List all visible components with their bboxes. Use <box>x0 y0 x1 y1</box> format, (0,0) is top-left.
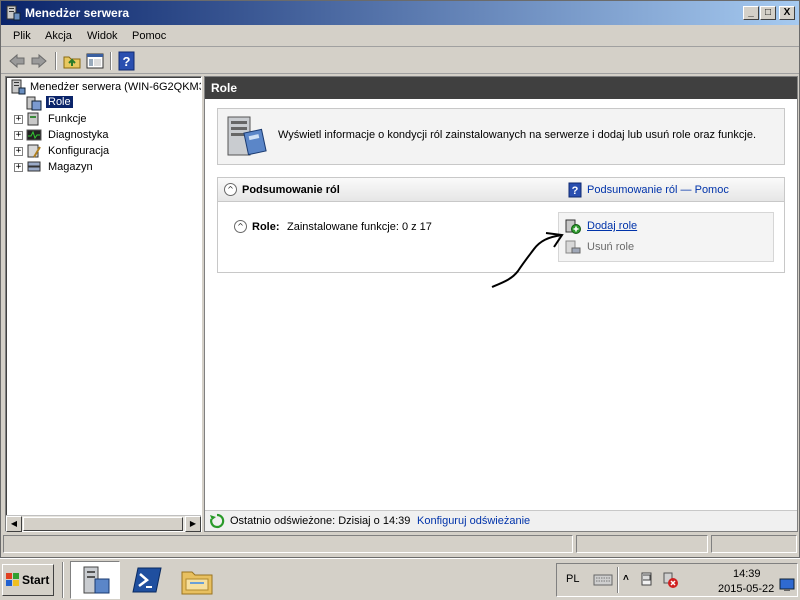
expand-button[interactable]: + <box>14 131 23 140</box>
forward-arrow-icon[interactable] <box>29 51 49 71</box>
scroll-thumb[interactable] <box>23 517 183 531</box>
taskbar-separator <box>62 562 64 598</box>
keyboard-icon[interactable] <box>593 573 613 587</box>
tree-item-magazyn[interactable]: + Magazyn <box>12 159 192 175</box>
content-pane: Role Wyświetl informacje o kondycji ról … <box>204 76 798 532</box>
menu-plik[interactable]: Plik <box>13 30 31 42</box>
toolbar-separator <box>110 52 112 70</box>
configure-refresh-link[interactable]: Konfiguruj odświeżanie <box>417 515 530 527</box>
taskbar-server-manager[interactable] <box>70 561 120 599</box>
help-icon: ? <box>568 182 582 198</box>
tree-item-label: Funkcje <box>48 113 87 125</box>
roles-actions-panel: Dodaj role Usuń role <box>558 212 774 262</box>
expand-button[interactable]: + <box>14 163 23 172</box>
summary-title: Podsumowanie ról <box>242 184 340 196</box>
expand-button[interactable]: + <box>14 115 23 124</box>
taskbar-powershell[interactable] <box>122 561 172 599</box>
tree-item-konfiguracja[interactable]: + Konfiguracja <box>12 143 192 159</box>
start-label: Start <box>22 573 50 587</box>
last-refreshed-text: Ostatnio odświeżone: Dzisiaj o 14:39 <box>230 515 411 527</box>
server-manager-icon <box>83 566 110 594</box>
scroll-left-button[interactable]: ◀ <box>6 516 22 532</box>
status-panel <box>3 535 573 553</box>
collapse-roles-button[interactable]: ^ <box>234 220 247 233</box>
status-panel <box>576 535 708 553</box>
remove-roles-link[interactable]: Usuń role <box>587 241 634 253</box>
navigation-tree[interactable]: Menedżer serwera (WIN-6G2QKM3 Role + Fun… <box>5 76 202 532</box>
svg-text:?: ? <box>123 54 131 69</box>
folder-icon <box>181 571 213 595</box>
start-button[interactable]: Start <box>2 564 54 596</box>
taskbar: Start PL ˄ 14:39 2015-05-22 <box>0 558 800 600</box>
configuration-icon <box>27 144 41 158</box>
installed-roles-count: Zainstalowane funkcje: 0 z 17 <box>287 221 432 233</box>
system-tray: PL ˄ 14:39 2015-05-22 <box>556 563 798 597</box>
tray-separator <box>617 567 619 593</box>
tree-item-diagnostyka[interactable]: + Diagnostyka <box>12 127 192 143</box>
tree-root-label: Menedżer serwera (WIN-6G2QKM3 <box>30 81 202 93</box>
tree-item-label: Role <box>46 96 73 108</box>
window-status-bar <box>3 535 799 553</box>
tree-item-label: Konfiguracja <box>48 145 110 157</box>
clock-date[interactable]: 2015-05-22 <box>718 583 774 595</box>
action-center-flag-icon[interactable] <box>639 571 655 589</box>
show-hidden-icons-chevron-icon[interactable]: ˄ <box>623 573 629 584</box>
content-header: Role <box>205 77 797 99</box>
menu-pomoc[interactable]: Pomoc <box>132 30 166 42</box>
menu-widok[interactable]: Widok <box>87 30 118 42</box>
language-indicator[interactable]: PL <box>566 573 579 585</box>
minimize-button[interactable]: _ <box>743 6 759 20</box>
info-box: Wyświetl informacje o kondycji ról zains… <box>217 108 785 165</box>
clock-time[interactable]: 14:39 <box>733 568 761 580</box>
server-manager-icon <box>6 5 21 21</box>
taskbar-explorer[interactable] <box>172 561 222 599</box>
annotation-arrow <box>491 232 564 288</box>
window-title: Menedżer serwera <box>25 6 130 20</box>
toolbar: ? <box>1 48 799 74</box>
tree-item-label: Diagnostyka <box>48 129 109 141</box>
tree-item-label: Magazyn <box>48 161 93 173</box>
toolbar-separator <box>55 52 57 70</box>
help-icon[interactable]: ? <box>117 51 137 71</box>
summary-header: ^ Podsumowanie ról ? Podsumowanie ról — … <box>218 178 784 202</box>
back-arrow-icon[interactable] <box>7 51 27 71</box>
menu-akcja[interactable]: Akcja <box>45 30 72 42</box>
svg-text:?: ? <box>572 185 579 197</box>
server-icon <box>11 79 26 95</box>
up-folder-icon[interactable] <box>62 51 82 71</box>
status-panel <box>711 535 797 553</box>
menu-bar: Plik Akcja Widok Pomoc <box>1 25 799 47</box>
powershell-icon <box>132 567 162 593</box>
add-roles-link[interactable]: Dodaj role <box>587 220 637 232</box>
refresh-status-bar: Ostatnio odświeżone: Dzisiaj o 14:39 Kon… <box>205 510 797 531</box>
tree-horizontal-scrollbar[interactable]: ◀ ▶ <box>6 515 201 532</box>
summary-help-link[interactable]: Podsumowanie ról — Pomoc <box>587 184 729 196</box>
features-icon <box>27 112 39 126</box>
show-hide-tree-icon[interactable] <box>85 51 105 71</box>
server-manager-window: Menedżer serwera _ □ X Plik Akcja Widok … <box>0 0 800 558</box>
collapse-summary-button[interactable]: ^ <box>224 183 237 196</box>
roles-server-icon <box>227 116 267 156</box>
roles-icon <box>26 96 42 111</box>
show-desktop-icon[interactable] <box>779 578 795 592</box>
diagnostics-icon <box>26 129 42 141</box>
restore-button[interactable]: □ <box>760 6 776 20</box>
title-bar[interactable]: Menedżer serwera _ □ X <box>1 1 799 25</box>
network-error-icon[interactable] <box>661 571 679 589</box>
tree-item-funkcje[interactable]: + Funkcje <box>12 111 192 127</box>
scroll-right-button[interactable]: ▶ <box>185 516 201 532</box>
info-text: Wyświetl informacje o kondycji ról zains… <box>278 129 757 141</box>
expand-button[interactable]: + <box>14 147 23 156</box>
close-button[interactable]: X <box>779 6 795 20</box>
windows-logo-icon <box>6 573 19 586</box>
storage-icon <box>27 161 41 172</box>
refresh-icon <box>210 513 225 529</box>
content-title: Role <box>211 81 238 95</box>
roles-label: Role: <box>252 221 280 233</box>
